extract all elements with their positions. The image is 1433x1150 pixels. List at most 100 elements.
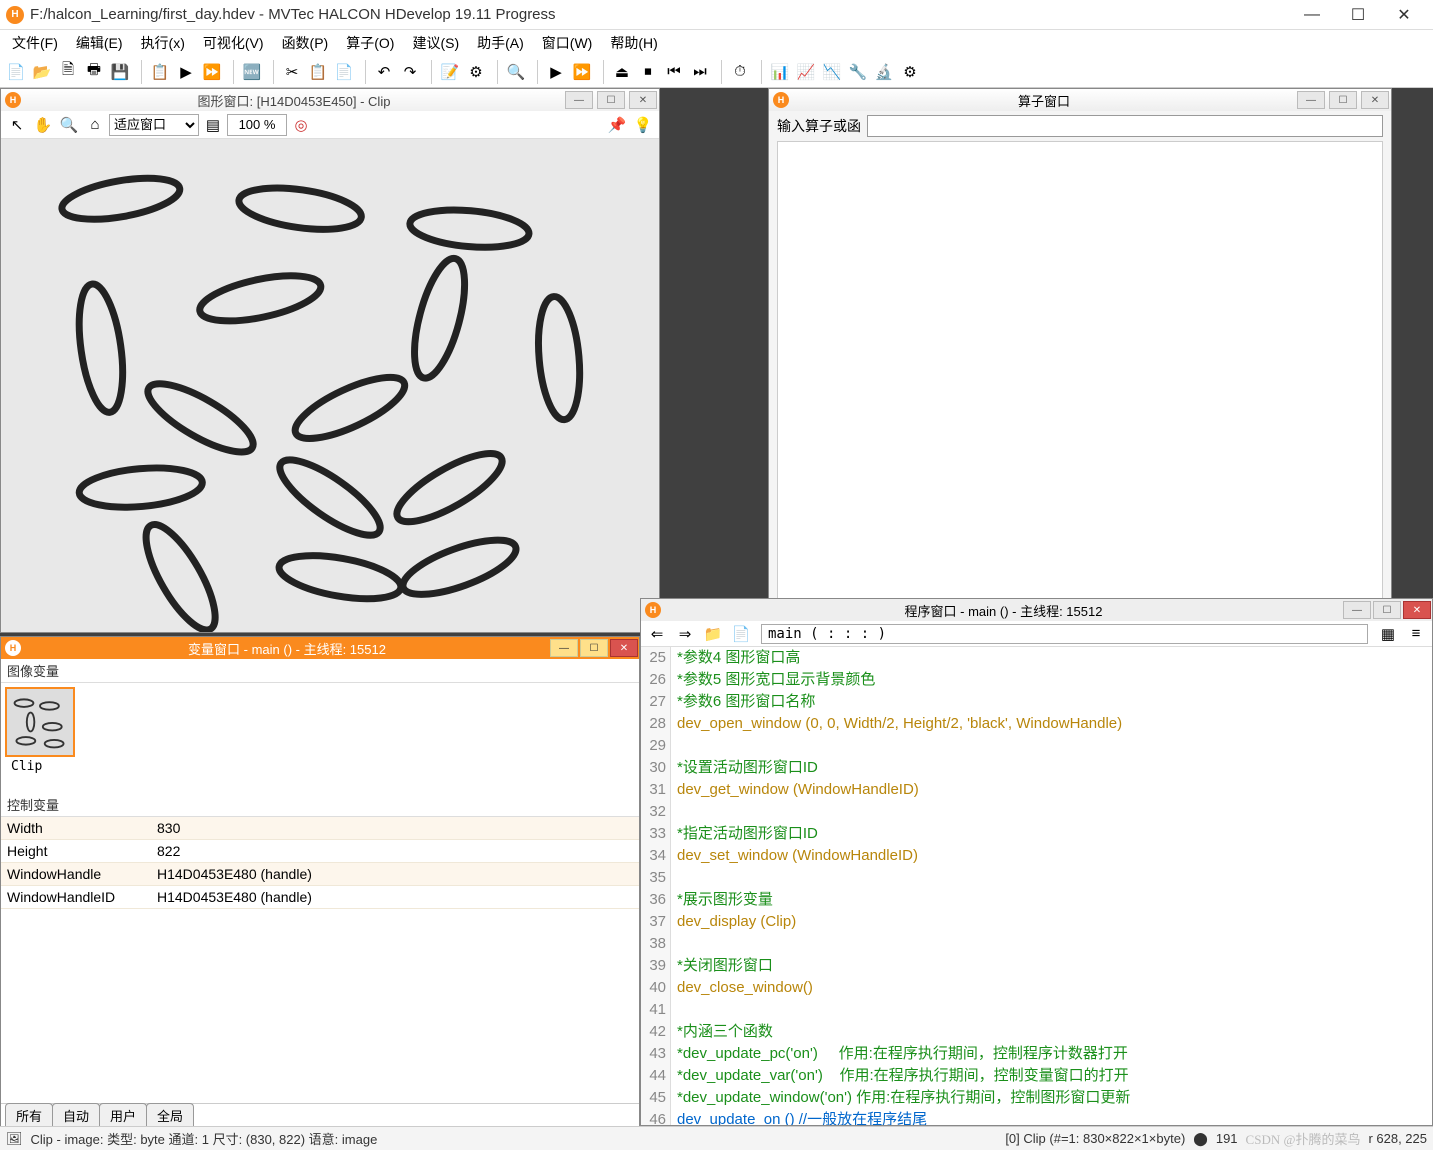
code-line[interactable]: 31dev_get_window (WindowHandleID) [641,779,1432,801]
menu-item[interactable]: 建议(S) [404,31,467,55]
menu-item[interactable]: 可视化(V) [195,31,272,55]
variable-maximize-button[interactable]: ☐ [580,639,608,657]
code-line[interactable]: 27*参数6 图形窗口名称 [641,691,1432,713]
menu-item[interactable]: 窗口(W) [534,31,601,55]
code-line[interactable]: 26*参数5 图形宽口显示背景颜色 [641,669,1432,691]
code-line[interactable]: 40dev_close_window() [641,977,1432,999]
variable-row[interactable]: Height822 [1,840,639,863]
variable-close-button[interactable]: ✕ [610,639,638,657]
toolbar-button[interactable]: 🖶 [82,60,106,84]
fit-window-select[interactable]: 适应窗口 [109,114,199,136]
folder-icon[interactable]: 📁 [701,622,725,646]
menu-item[interactable]: 文件(F) [4,31,66,55]
toolbar-button[interactable]: 📄 [4,60,28,84]
grid-icon[interactable]: ▦ [1376,622,1400,646]
toolbar-button[interactable]: ⚙ [464,60,488,84]
graphics-minimize-button[interactable]: — [565,91,593,109]
operator-search-input[interactable] [867,115,1383,137]
program-window-header[interactable]: H 程序窗口 - main () - 主线程: 15512 — ☐ ✕ [641,599,1432,621]
menu-item[interactable]: 助手(A) [469,31,532,55]
toolbar-button[interactable]: 📉 [820,60,844,84]
menu-item[interactable]: 函数(P) [274,31,337,55]
variable-window-header[interactable]: H 变量窗口 - main () - 主线程: 15512 — ☐ ✕ [1,637,639,659]
maximize-button[interactable]: ☐ [1335,0,1381,30]
toolbar-button[interactable]: ⏏ [610,60,634,84]
variable-tab[interactable]: 所有 [5,1103,53,1127]
minimize-button[interactable]: — [1289,0,1335,30]
toolbar-button[interactable]: ↶ [372,60,396,84]
code-line[interactable]: 41 [641,999,1432,1021]
toolbar-button[interactable]: 🔧 [846,60,870,84]
program-minimize-button[interactable]: — [1343,601,1371,619]
menu-item[interactable]: 编辑(E) [68,31,131,55]
list-icon[interactable]: ≡ [1404,622,1428,646]
close-button[interactable]: ✕ [1381,0,1427,30]
operator-maximize-button[interactable]: ☐ [1329,91,1357,109]
toolbar-button[interactable]: 📄 [332,60,356,84]
code-line[interactable]: 35 [641,867,1432,889]
back-icon[interactable]: ⇐ [645,622,669,646]
code-line[interactable]: 29 [641,735,1432,757]
toolbar-button[interactable]: ⏩ [570,60,594,84]
program-maximize-button[interactable]: ☐ [1373,601,1401,619]
toolbar-button[interactable]: ⏮ [662,60,686,84]
toolbar-button[interactable]: 📈 [794,60,818,84]
zoom-icon[interactable]: 🔍 [57,113,81,137]
graphics-maximize-button[interactable]: ☐ [597,91,625,109]
menu-item[interactable]: 帮助(H) [602,31,665,55]
variable-tab[interactable]: 用户 [99,1103,147,1127]
variable-tab[interactable]: 自动 [52,1103,100,1127]
toolbar-button[interactable]: ⏭ [688,60,712,84]
toolbar-button[interactable]: 📊 [768,60,792,84]
clip-thumbnail[interactable] [5,687,75,757]
graphics-window-header[interactable]: H 图形窗口: [H14D0453E450] - Clip — ☐ ✕ [1,89,659,111]
toolbar-button[interactable]: ✂ [280,60,304,84]
graphics-canvas[interactable] [1,139,659,632]
target-icon[interactable]: ◎ [289,113,313,137]
code-line[interactable]: 33*指定活动图形窗口ID [641,823,1432,845]
toolbar-button[interactable]: ⏹ [636,60,660,84]
code-line[interactable]: 44*dev_update_var('on') 作用:在程序执行期间，控制变量窗… [641,1065,1432,1087]
code-line[interactable]: 30*设置活动图形窗口ID [641,757,1432,779]
zoom-value-input[interactable] [227,114,287,136]
code-editor[interactable]: 25*参数4 图形窗口高26*参数5 图形宽口显示背景颜色27*参数6 图形窗口… [641,647,1432,1125]
toolbar-button[interactable]: 🔍 [504,60,528,84]
home-icon[interactable]: ⌂ [83,113,107,137]
code-line[interactable]: 32 [641,801,1432,823]
toolbar-button[interactable]: 📋 [306,60,330,84]
toolbar-button[interactable]: 📝 [438,60,462,84]
code-line[interactable]: 42*内涵三个函数 [641,1021,1432,1043]
code-line[interactable]: 45*dev_update_window('on') 作用:在程序执行期间，控制… [641,1087,1432,1109]
operator-window-header[interactable]: H 算子窗口 — ☐ ✕ [769,89,1391,111]
code-line[interactable]: 34dev_set_window (WindowHandleID) [641,845,1432,867]
program-close-button[interactable]: ✕ [1403,601,1431,619]
toolbar-button[interactable]: ↷ [398,60,422,84]
code-line[interactable]: 28dev_open_window (0, 0, Width/2, Height… [641,713,1432,735]
toolbar-button[interactable]: ⏩ [200,60,224,84]
code-line[interactable]: 46dev_update_on () //一般放在程序结尾 [641,1109,1432,1125]
bulb-icon[interactable]: 💡 [631,113,655,137]
forward-icon[interactable]: ⇒ [673,622,697,646]
code-line[interactable]: 39*关闭图形窗口 [641,955,1432,977]
variable-tab[interactable]: 全局 [146,1103,194,1127]
code-line[interactable]: 37dev_display (Clip) [641,911,1432,933]
pan-icon[interactable]: ✋ [31,113,55,137]
toolbar-button[interactable]: 📋 [148,60,172,84]
toolbar-button[interactable]: ⏱ [728,60,752,84]
operator-minimize-button[interactable]: — [1297,91,1325,109]
code-line[interactable]: 25*参数4 图形窗口高 [641,647,1432,669]
graphics-close-button[interactable]: ✕ [629,91,657,109]
histogram-icon[interactable]: ▤ [201,113,225,137]
menu-item[interactable]: 执行(x) [133,31,193,55]
toolbar-button[interactable]: 🆕 [240,60,264,84]
doc-icon[interactable]: 📄 [729,622,753,646]
variable-row[interactable]: Width830 [1,817,639,840]
variable-row[interactable]: WindowHandleIDH14D0453E480 (handle) [1,886,639,909]
pin-icon[interactable]: 📌 [605,113,629,137]
toolbar-button[interactable]: 🔬 [872,60,896,84]
code-line[interactable]: 38 [641,933,1432,955]
toolbar-button[interactable]: ▶ [174,60,198,84]
variable-minimize-button[interactable]: — [550,639,578,657]
toolbar-button[interactable]: ⚙ [898,60,922,84]
toolbar-button[interactable]: 🗎 [56,60,80,84]
